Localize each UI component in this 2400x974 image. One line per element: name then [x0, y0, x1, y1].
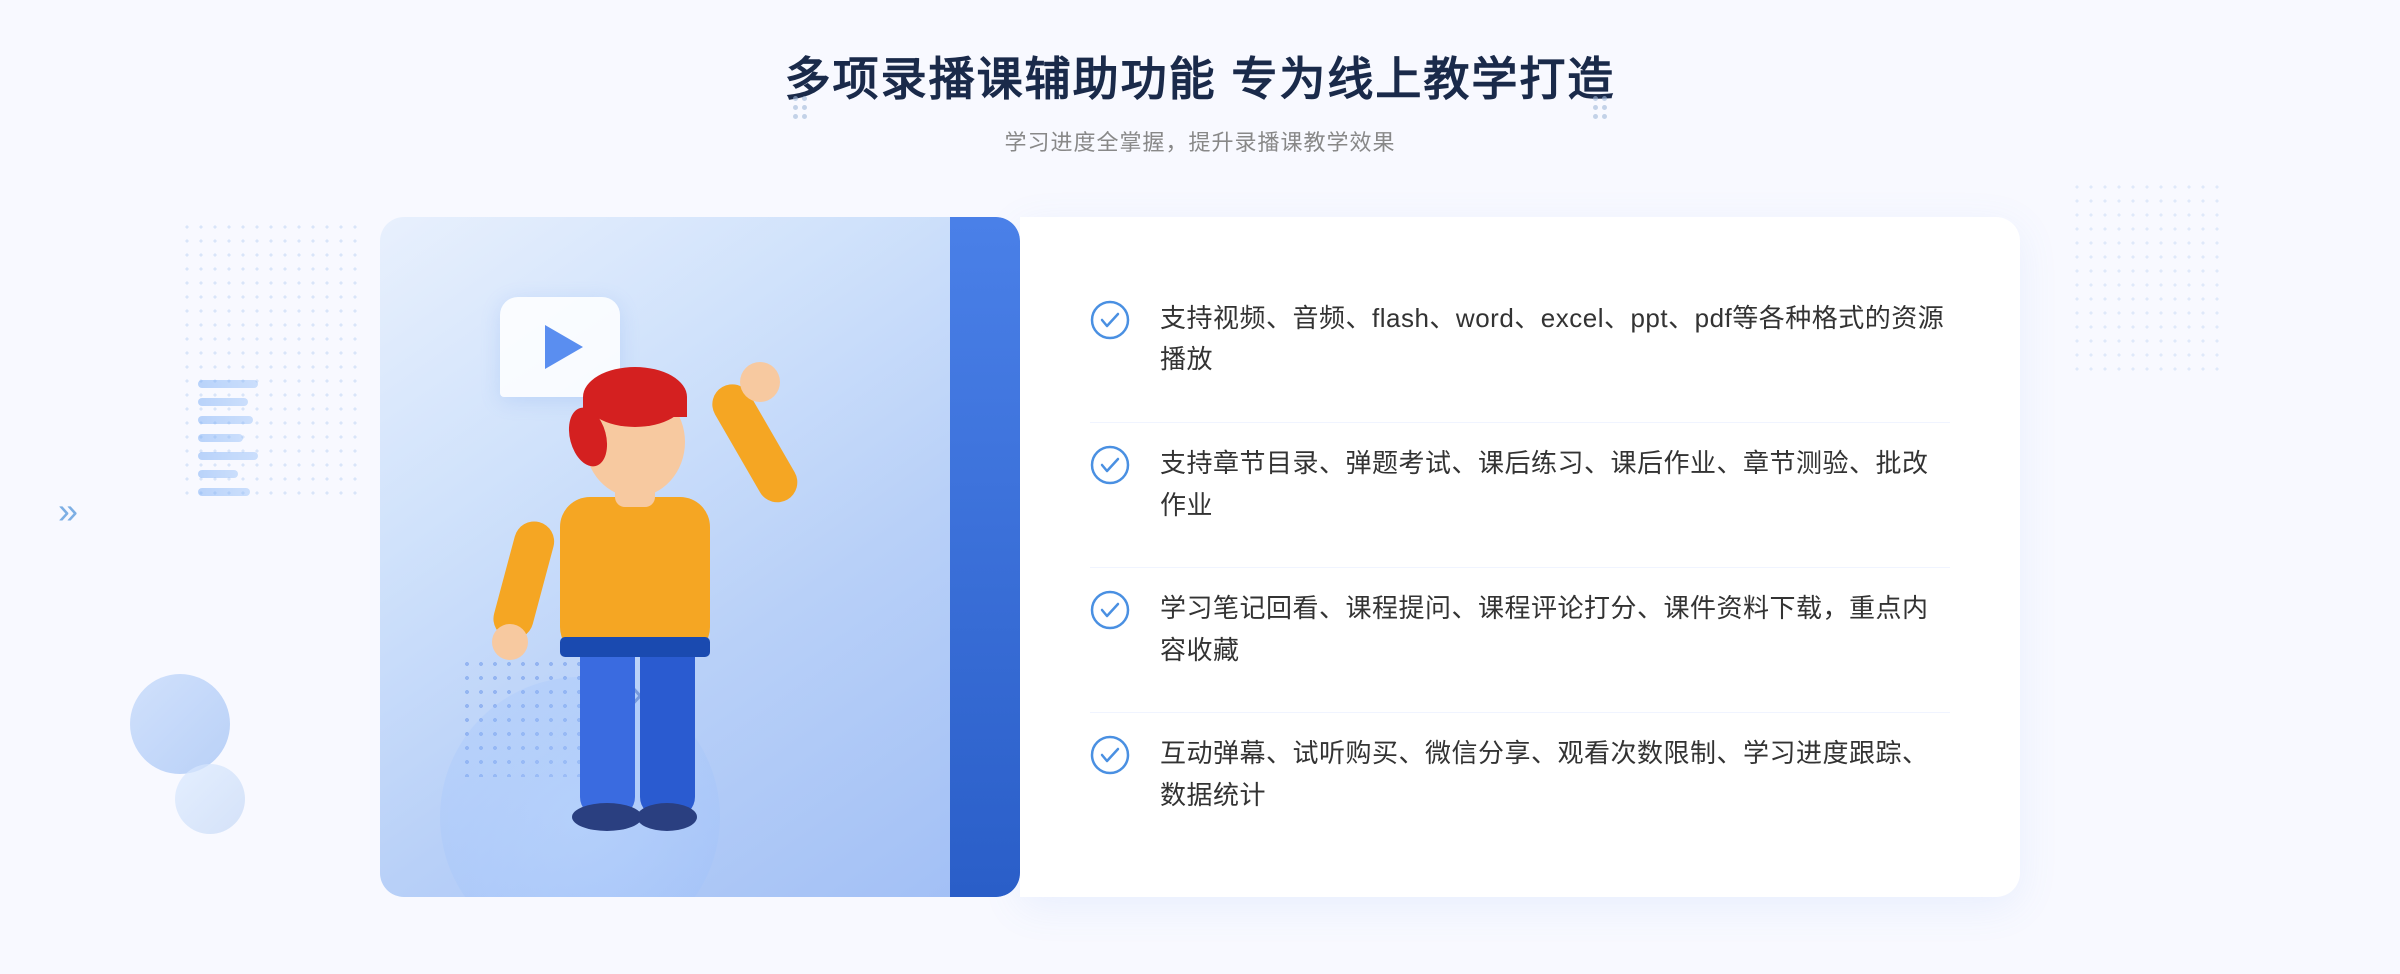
check-icon-2 [1090, 445, 1130, 485]
person-figure [440, 297, 820, 877]
features-panel: 支持视频、音频、flash、word、excel、ppt、pdf等各种格式的资源… [1020, 217, 2020, 897]
check-icon-4 [1090, 735, 1130, 775]
title-dots-right [793, 96, 807, 119]
feature-text-4: 互动弹幕、试听购买、微信分享、观看次数限制、学习进度跟踪、数据统计 [1160, 733, 1950, 816]
content-area: » [380, 217, 2020, 897]
left-arrow-decoration: » [58, 490, 78, 532]
check-icon-1 [1090, 300, 1130, 340]
header-section: 多项录播课辅助功能 专为线上教学打造 学习进度全掌握，提升录播课教学效果 [785, 52, 1616, 157]
page-container: » 多项录播课辅助功能 专为线上教学打造 学习进度全掌握，提升录播课教学效果 [0, 0, 2400, 974]
deco-stripes [198, 380, 258, 560]
illustration-card: » [380, 217, 1020, 897]
feature-text-1: 支持视频、音频、flash、word、excel、ppt、pdf等各种格式的资源… [1160, 298, 1950, 381]
feature-item-2: 支持章节目录、弹题考试、课后练习、课后作业、章节测验、批改作业 [1090, 422, 1950, 546]
feature-text-2: 支持章节目录、弹题考试、课后练习、课后作业、章节测验、批改作业 [1160, 443, 1950, 526]
deco-circle-blue [130, 674, 230, 774]
illustration-bar [950, 217, 1020, 897]
feature-item-4: 互动弹幕、试听购买、微信分享、观看次数限制、学习进度跟踪、数据统计 [1090, 712, 1950, 836]
deco-circle-light [175, 764, 245, 834]
feature-text-3: 学习笔记回看、课程提问、课程评论打分、课件资料下载，重点内容收藏 [1160, 588, 1950, 671]
check-icon-3 [1090, 590, 1130, 630]
feature-item-1: 支持视频、音频、flash、word、excel、ppt、pdf等各种格式的资源… [1090, 278, 1950, 401]
title-dots-left [1593, 96, 1607, 119]
feature-item-3: 学习笔记回看、课程提问、课程评论打分、课件资料下载，重点内容收藏 [1090, 567, 1950, 691]
bg-dots-right [2070, 180, 2220, 380]
sub-title: 学习进度全掌握，提升录播课教学效果 [785, 125, 1616, 157]
main-title: 多项录播课辅助功能 专为线上教学打造 [785, 52, 1616, 107]
